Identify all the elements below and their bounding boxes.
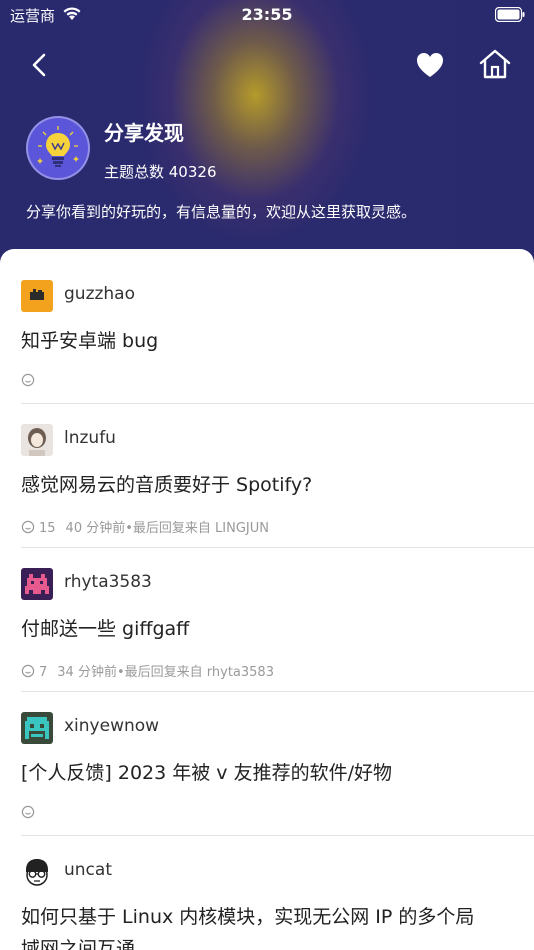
battery-icon (495, 7, 525, 22)
status-bar: 运营商 23:55 (0, 0, 534, 30)
topic-time: 40 分钟前 (65, 521, 126, 536)
lightbulb-icon (37, 126, 79, 167)
reply-bubble-icon (21, 520, 35, 534)
topic-title-line2[interactable]: 域网之间互通 (21, 934, 135, 950)
avatar[interactable] (21, 280, 53, 312)
node-avatar (26, 116, 90, 180)
topic-count: 主题总数 40326 (104, 163, 217, 181)
reply-bubble-icon (21, 805, 35, 819)
heart-icon[interactable] (414, 50, 446, 80)
node-header: 运营商 23:55 分享发现 主题总数 40326 分享你看到的好玩的，有信息量… (0, 0, 534, 270)
topic-title[interactable]: 如何只基于 Linux 内核模块，实现无公网 IP 的多个局 (21, 902, 474, 929)
avatar[interactable] (21, 568, 53, 600)
topic-meta (21, 805, 39, 821)
topic-time: 34 分钟前 (57, 665, 117, 680)
username[interactable]: guzzhao (64, 284, 135, 304)
topic-title[interactable]: [个人反馈] 2023 年被 v 友推荐的软件/好物 (21, 758, 392, 785)
username[interactable]: xinyewnow (64, 716, 159, 736)
divider (21, 835, 534, 836)
avatar[interactable] (21, 856, 53, 888)
avatar[interactable] (21, 424, 53, 456)
reply-count: 7 (39, 665, 48, 680)
list-item[interactable]: rhyta3583 付邮送一些 giffgaff 7 34 分钟前•最后回复来自 … (21, 568, 534, 688)
topic-title[interactable]: 付邮送一些 giffgaff (21, 614, 189, 641)
home-icon[interactable] (478, 48, 512, 80)
topic-list: guzzhao 知乎安卓端 bug lnzufu 感觉网易云的音质要好于 Spo… (0, 249, 534, 950)
list-item[interactable]: lnzufu 感觉网易云的音质要好于 Spotify? 15 40 分钟前•最后回… (21, 424, 534, 544)
topic-meta (21, 373, 39, 389)
list-item[interactable]: uncat 如何只基于 Linux 内核模块，实现无公网 IP 的多个局 域网之… (21, 856, 534, 950)
reply-bubble-icon (21, 373, 35, 387)
back-icon[interactable] (26, 50, 56, 80)
clock: 23:55 (241, 5, 293, 24)
topic-title[interactable]: 知乎安卓端 bug (21, 326, 158, 353)
username[interactable]: rhyta3583 (64, 572, 152, 592)
last-reply: •最后回复来自 LINGJUN (125, 521, 269, 536)
topic-title[interactable]: 感觉网易云的音质要好于 Spotify? (21, 470, 312, 497)
divider (21, 691, 534, 692)
divider (21, 403, 534, 404)
topic-meta: 15 40 分钟前•最后回复来自 LINGJUN (21, 517, 269, 536)
list-item[interactable]: xinyewnow [个人反馈] 2023 年被 v 友推荐的软件/好物 (21, 712, 534, 832)
topic-meta: 7 34 分钟前•最后回复来自 rhyta3583 (21, 661, 274, 680)
list-item[interactable]: guzzhao 知乎安卓端 bug (21, 280, 534, 400)
node-title: 分享发现 (104, 121, 184, 145)
username[interactable]: uncat (64, 860, 112, 880)
divider (21, 547, 534, 548)
username[interactable]: lnzufu (64, 428, 116, 448)
avatar[interactable] (21, 712, 53, 744)
reply-bubble-icon (21, 664, 35, 678)
node-description: 分享你看到的好玩的，有信息量的，欢迎从这里获取灵感。 (26, 203, 417, 221)
last-reply: •最后回复来自 rhyta3583 (116, 665, 274, 680)
reply-count: 15 (39, 521, 56, 536)
